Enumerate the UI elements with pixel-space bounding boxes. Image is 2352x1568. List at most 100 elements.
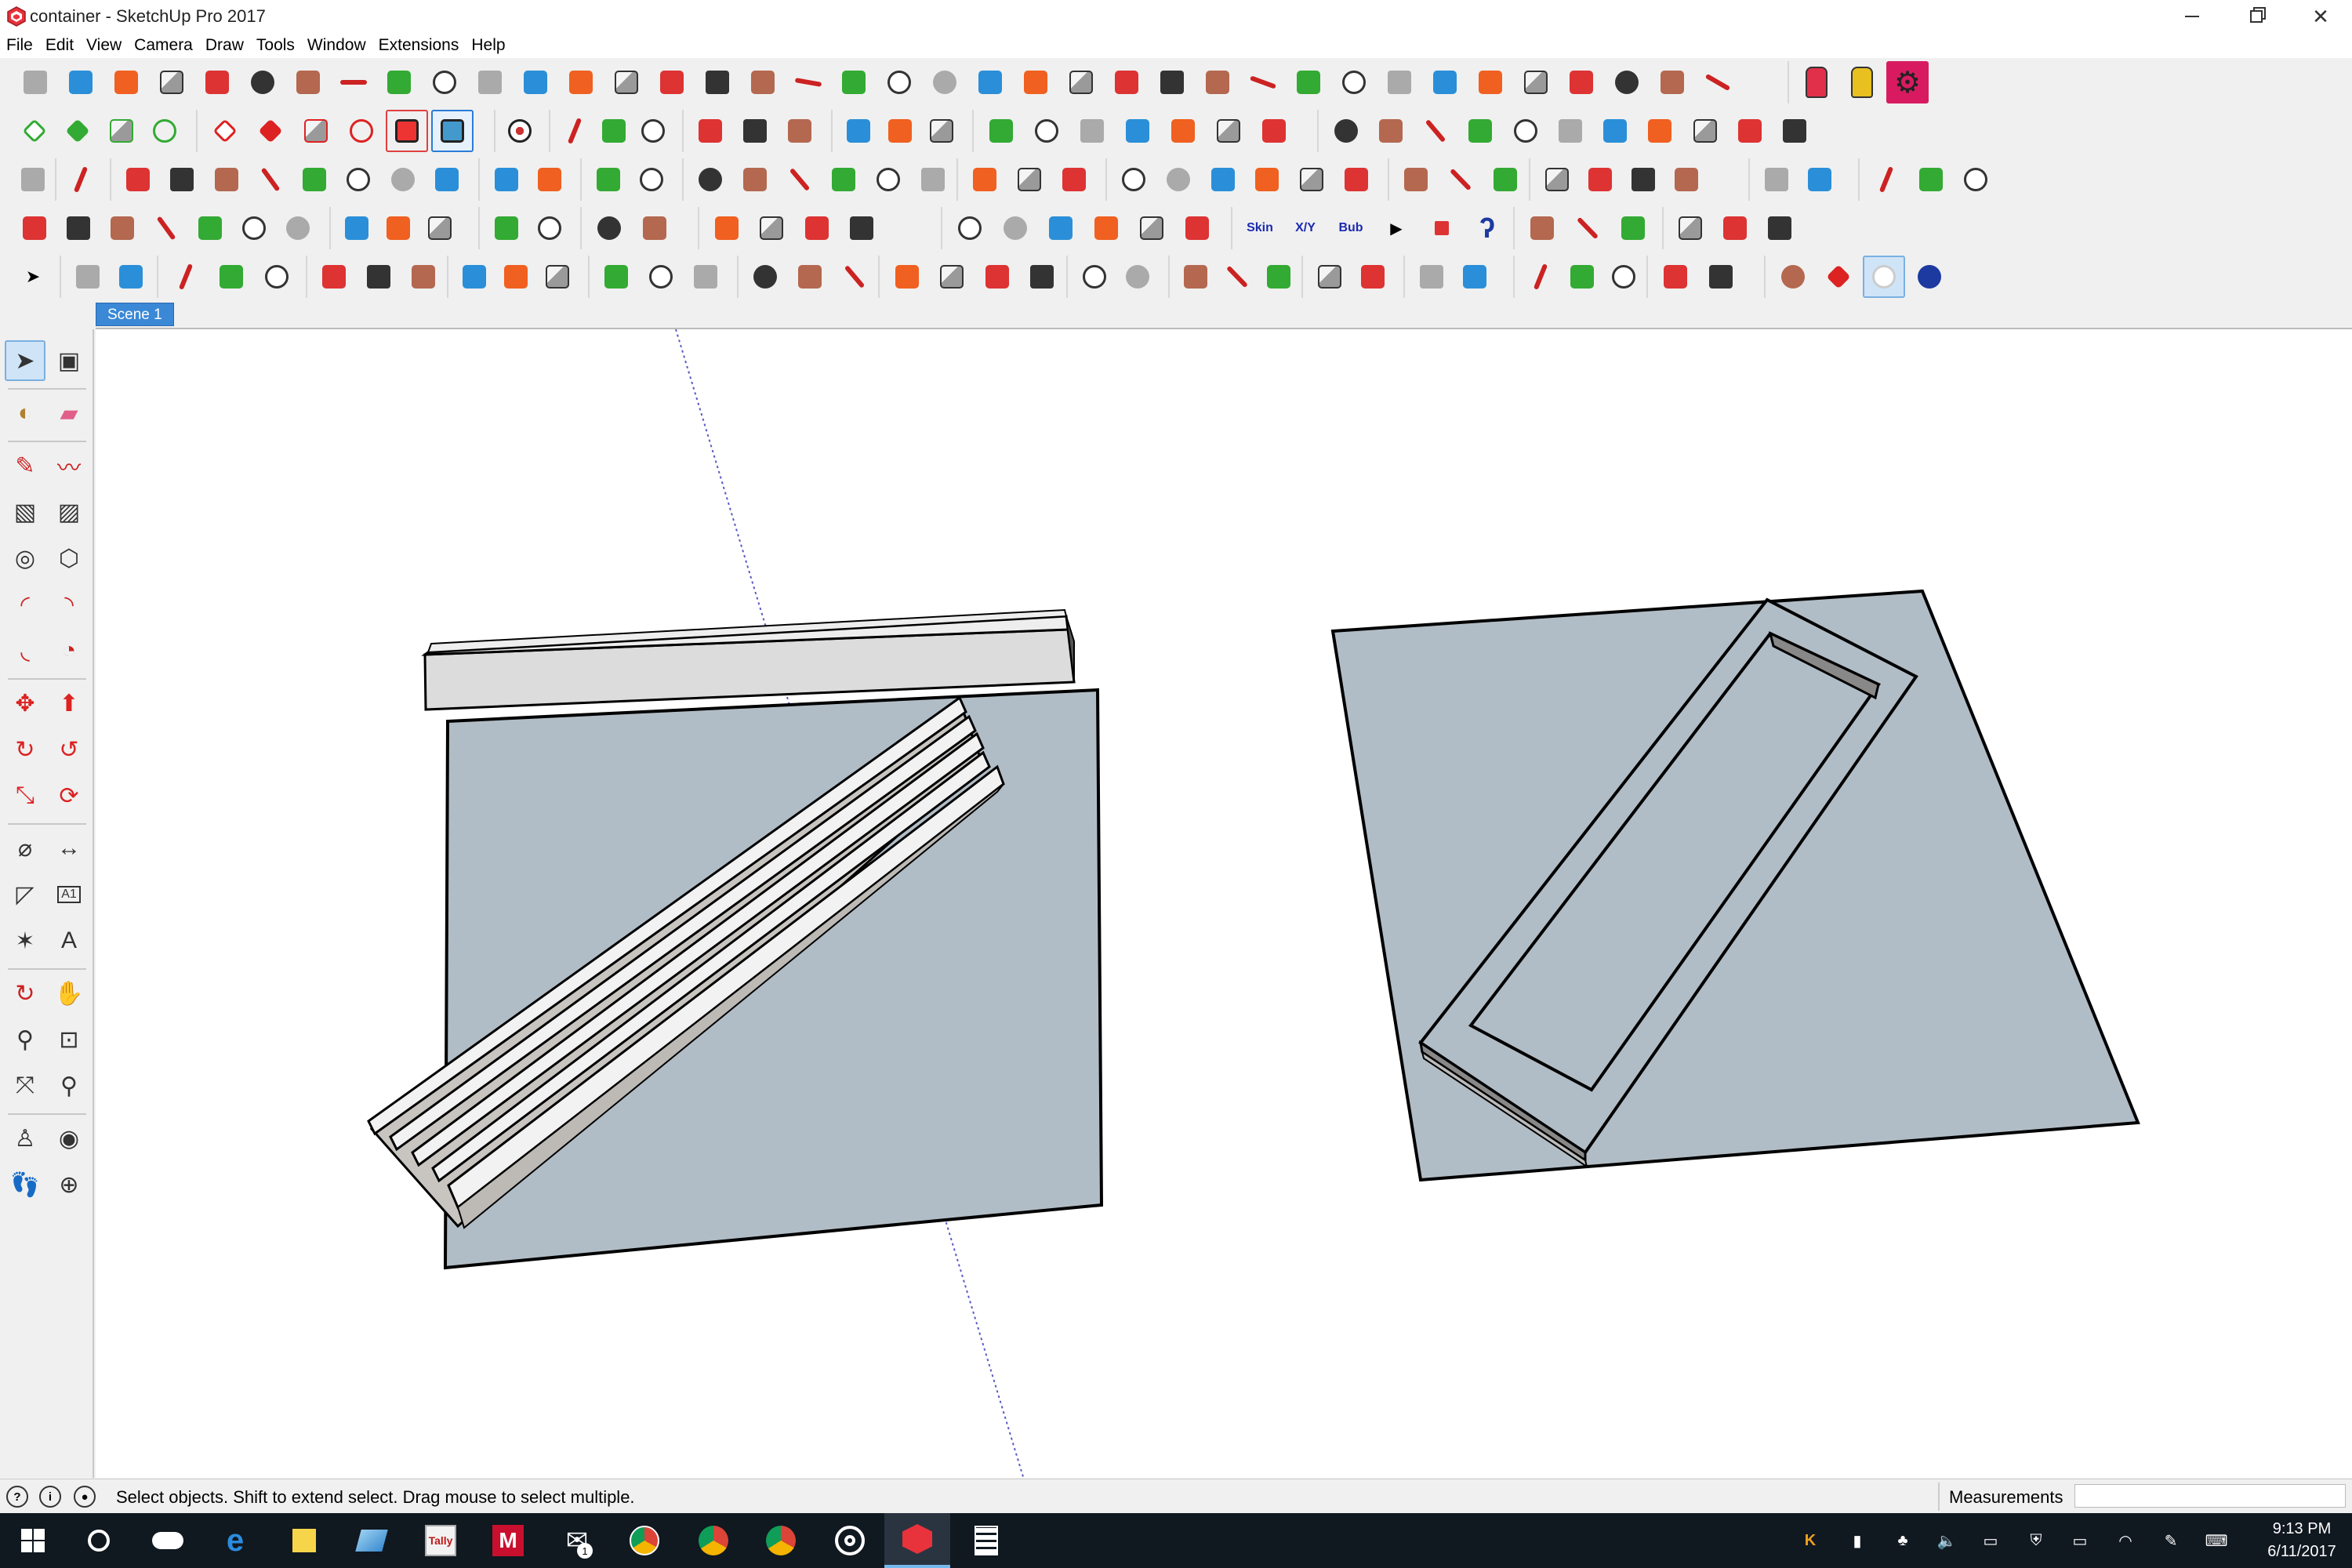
section-plane-tool[interactable]: ⊕ bbox=[49, 1164, 89, 1205]
row3g3-tool-button[interactable] bbox=[426, 158, 467, 201]
row2g8-tool-button[interactable] bbox=[1460, 110, 1501, 152]
row2g4-tool-button[interactable] bbox=[635, 110, 671, 152]
play-button[interactable]: ▶ bbox=[1375, 207, 1417, 249]
start-button[interactable] bbox=[0, 1513, 66, 1568]
row2g5-tool-button[interactable] bbox=[779, 110, 820, 152]
row5g5-tool-button[interactable] bbox=[496, 256, 535, 298]
menu-file[interactable]: File bbox=[6, 36, 33, 55]
row1g1-tool-button[interactable] bbox=[969, 61, 1011, 103]
rotated-rectangle-tool[interactable]: ▨ bbox=[49, 492, 89, 532]
row5g14-tool-button[interactable] bbox=[1700, 256, 1742, 298]
row4g3-tool-button[interactable] bbox=[529, 207, 569, 249]
row5g13-tool-button[interactable] bbox=[1521, 256, 1559, 298]
row4g6-tool-button[interactable] bbox=[1176, 207, 1218, 249]
row5g8-tool-button[interactable] bbox=[931, 256, 974, 298]
row2g8-tool-button[interactable] bbox=[1415, 110, 1457, 152]
row5g3-tool-button[interactable] bbox=[256, 256, 298, 298]
row3g10-tool-button[interactable] bbox=[1580, 158, 1620, 201]
position-camera-tool[interactable]: ♙ bbox=[5, 1118, 45, 1159]
row1g1-tool-button[interactable] bbox=[1014, 61, 1057, 103]
row1g1-tool-button[interactable] bbox=[1515, 61, 1557, 103]
row1g1-tool-button[interactable] bbox=[924, 61, 966, 103]
row2g7-tool-button[interactable] bbox=[1253, 110, 1295, 152]
tray-usb-icon[interactable]: ▮ bbox=[1844, 1527, 1871, 1554]
row5g5-tool-button[interactable] bbox=[455, 256, 493, 298]
row1g1-tool-button[interactable] bbox=[787, 61, 829, 103]
app-button[interactable] bbox=[339, 1513, 405, 1568]
row5g7-tool-button[interactable] bbox=[833, 256, 875, 298]
row5g2-tool-button[interactable] bbox=[67, 256, 107, 298]
select-arrow-button[interactable]: ➤ bbox=[14, 256, 52, 298]
row2g4-tool-button[interactable] bbox=[557, 110, 593, 152]
row3g12-tool-button[interactable] bbox=[1866, 158, 1907, 201]
scale-tool[interactable]: ⤡ bbox=[5, 775, 45, 816]
chrome-profile2-button[interactable] bbox=[748, 1513, 814, 1568]
mail-button[interactable]: ✉ 1 bbox=[544, 1513, 610, 1568]
target-button[interactable] bbox=[502, 110, 538, 152]
row2g8-tool-button[interactable] bbox=[1549, 110, 1591, 152]
tape-measure-tool[interactable]: ⌀ bbox=[5, 828, 45, 869]
onedrive-button[interactable] bbox=[135, 1513, 201, 1568]
red-cube-button[interactable] bbox=[295, 110, 337, 152]
row4g6-tool-button[interactable] bbox=[1040, 207, 1082, 249]
row1g1-tool-button[interactable] bbox=[196, 61, 238, 103]
row4g4-tool-button[interactable] bbox=[633, 207, 676, 249]
row2g7-tool-button[interactable] bbox=[1207, 110, 1250, 152]
menu-extensions[interactable]: Extensions bbox=[379, 36, 459, 55]
row2g8-tool-button[interactable] bbox=[1595, 110, 1636, 152]
row5g8-tool-button[interactable] bbox=[976, 256, 1018, 298]
red-box-button[interactable] bbox=[386, 110, 428, 152]
row4g9-tool-button[interactable] bbox=[1759, 207, 1800, 249]
row1g1-tool-button[interactable] bbox=[1424, 61, 1466, 103]
row4g2-tool-button[interactable] bbox=[379, 207, 417, 249]
drawing-area[interactable] bbox=[96, 328, 2352, 1478]
row1g1-tool-button[interactable] bbox=[1697, 61, 1739, 103]
row3g6-tool-button[interactable] bbox=[735, 158, 776, 201]
row1g1-tool-button[interactable] bbox=[60, 61, 102, 103]
row3g8-tool-button[interactable] bbox=[1335, 158, 1377, 201]
follow-me-tool[interactable]: ↺ bbox=[49, 729, 89, 770]
row3g8-tool-button[interactable] bbox=[1158, 158, 1200, 201]
row1g1-tool-button[interactable] bbox=[833, 61, 875, 103]
row3g9-tool-button[interactable] bbox=[1484, 158, 1526, 201]
row4g1-tool-button[interactable] bbox=[14, 207, 55, 249]
row5g4-tool-button[interactable] bbox=[402, 256, 444, 298]
row2g6-tool-button[interactable] bbox=[839, 110, 877, 152]
row1g1-tool-button[interactable] bbox=[605, 61, 648, 103]
row3g3-tool-button[interactable] bbox=[338, 158, 379, 201]
scene-tab[interactable]: Scene 1 bbox=[96, 303, 174, 326]
xy-button[interactable]: X/Y bbox=[1284, 207, 1327, 249]
row1g1-tool-button[interactable] bbox=[1378, 61, 1421, 103]
three-point-arc-tool[interactable]: ◟ bbox=[5, 630, 45, 671]
red-link-button[interactable] bbox=[340, 110, 383, 152]
row1g1-tool-button[interactable] bbox=[241, 61, 284, 103]
zoom-extents-tool[interactable]: ⤧ bbox=[5, 1065, 45, 1106]
row5g6-tool-button[interactable] bbox=[684, 256, 726, 298]
row3g9-tool-button[interactable] bbox=[1396, 158, 1437, 201]
row1g1-tool-button[interactable] bbox=[560, 61, 602, 103]
tally-button[interactable]: Tally bbox=[408, 1513, 474, 1568]
row5g8-tool-button[interactable] bbox=[886, 256, 928, 298]
red-diamond-button[interactable] bbox=[204, 110, 246, 152]
geo-location-icon[interactable]: ? bbox=[6, 1486, 28, 1508]
row1g1-tool-button[interactable] bbox=[1242, 61, 1284, 103]
row3g7-tool-button[interactable] bbox=[964, 158, 1006, 201]
row3g4-tool-button[interactable] bbox=[486, 158, 526, 201]
row3g7-tool-button[interactable] bbox=[1009, 158, 1051, 201]
menu-camera[interactable]: Camera bbox=[134, 36, 193, 55]
row2g4-tool-button[interactable] bbox=[596, 110, 632, 152]
row5g10-tool-button[interactable] bbox=[1176, 256, 1214, 298]
battery-icon[interactable]: ▭ bbox=[2067, 1527, 2093, 1554]
settings-button[interactable]: ⚙ bbox=[1886, 61, 1929, 103]
offset-tool[interactable]: ⟳ bbox=[49, 775, 89, 816]
row1g1-tool-button[interactable] bbox=[469, 61, 511, 103]
row1g1-tool-button[interactable] bbox=[514, 61, 557, 103]
make-component-tool[interactable]: ▣ bbox=[49, 340, 89, 381]
pencil-tool[interactable]: ✎ bbox=[5, 445, 45, 486]
green-link-button[interactable] bbox=[145, 110, 186, 152]
row1g1-tool-button[interactable] bbox=[696, 61, 739, 103]
row4g8-tool-button[interactable] bbox=[1521, 207, 1563, 249]
previous-view-tool[interactable]: ⚲ bbox=[49, 1065, 89, 1106]
row1g1-tool-button[interactable] bbox=[1560, 61, 1602, 103]
cortana-button[interactable] bbox=[66, 1513, 132, 1568]
